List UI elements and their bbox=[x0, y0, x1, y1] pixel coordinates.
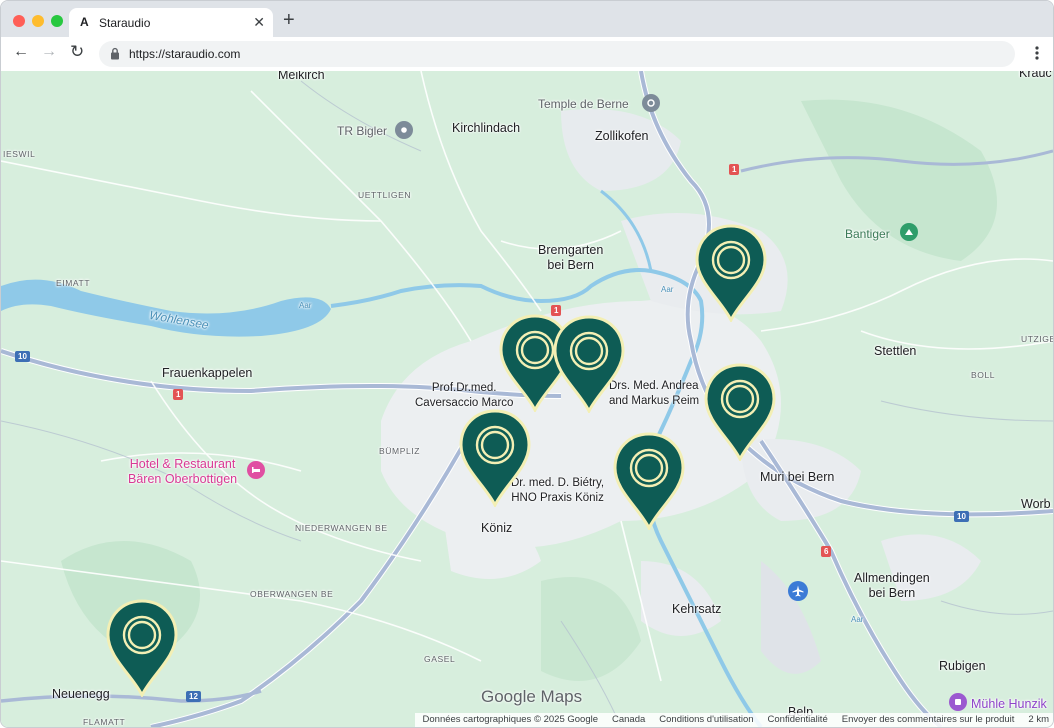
url-text: https://staraudio.com bbox=[129, 47, 241, 61]
label-eimatt: EIMATT bbox=[56, 278, 91, 288]
label-boll: BOLL bbox=[971, 370, 996, 380]
kebab-menu-icon[interactable] bbox=[1035, 45, 1039, 61]
label-muri: Muri bei Bern bbox=[760, 470, 835, 484]
label-frauenkappelen: Frauenkappelen bbox=[162, 366, 253, 380]
temple-icon[interactable] bbox=[642, 94, 660, 112]
label-uettligen: UETTLIGEN bbox=[358, 190, 412, 200]
terms-link[interactable]: Conditions d'utilisation bbox=[659, 713, 753, 727]
map-canvas[interactable]: Meikirch Temple de Berne TR Bigler Kirch… bbox=[1, 71, 1053, 727]
label-krauch: Krauc bbox=[1019, 71, 1052, 80]
label-meikirch: Meikirch bbox=[278, 71, 325, 82]
label-hotel-baren[interactable]: Hotel & Restaurant Bären Oberbottigen bbox=[128, 457, 237, 487]
map-pin-icon[interactable] bbox=[459, 409, 531, 507]
road-shield-1: 1 bbox=[729, 164, 740, 175]
label-rubigen: Rubigen bbox=[939, 659, 986, 673]
road-shield-1: 1 bbox=[173, 389, 184, 400]
label-ieswil: IESWIL bbox=[3, 149, 36, 159]
privacy-link[interactable]: Confidentialité bbox=[768, 713, 828, 727]
tab-strip: A Staraudio ✕ + bbox=[1, 1, 1053, 38]
label-kehrsatz: Kehrsatz bbox=[672, 602, 722, 616]
minimize-window-button[interactable] bbox=[32, 15, 44, 27]
label-bremgarten: Bremgarten bei Bern bbox=[538, 243, 604, 272]
google-maps-logo: Google Maps bbox=[481, 687, 583, 706]
label-allmendingen: Allmendingen bei Bern bbox=[854, 571, 930, 600]
label-flamatt: FLAMATT bbox=[83, 717, 126, 727]
feedback-link[interactable]: Envoyer des commentaires sur le produit bbox=[842, 713, 1015, 727]
back-icon[interactable]: ← bbox=[13, 43, 29, 61]
map-pin-icon[interactable] bbox=[553, 315, 625, 413]
label-aar-west: Aar bbox=[299, 301, 312, 310]
address-bar[interactable]: https://staraudio.com bbox=[99, 41, 1015, 67]
lock-icon bbox=[111, 47, 119, 60]
label-neuenegg: Neuenegg bbox=[52, 687, 110, 701]
airport-icon[interactable] bbox=[788, 581, 808, 601]
map-attribution-bar: Données cartographiques © 2025 Google Ca… bbox=[414, 713, 1053, 727]
label-muhle-hunzik[interactable]: Mühle Hunzik bbox=[971, 697, 1047, 711]
place-icon[interactable] bbox=[395, 121, 413, 139]
label-temple-de-berne[interactable]: Temple de Berne bbox=[538, 97, 629, 111]
road-shield-12: 12 bbox=[186, 691, 201, 702]
label-utzige: UTZIGE bbox=[1021, 334, 1053, 344]
label-koniz: Köniz bbox=[481, 521, 513, 535]
label-stettlen: Stettlen bbox=[874, 344, 917, 358]
label-tr-bigler[interactable]: TR Bigler bbox=[337, 124, 387, 138]
scale-label[interactable]: 2 km bbox=[1028, 713, 1049, 727]
map-pin-icon[interactable] bbox=[695, 224, 767, 322]
hotel-icon[interactable] bbox=[247, 461, 265, 479]
close-window-button[interactable] bbox=[13, 15, 25, 27]
label-aar-north: Aar bbox=[661, 285, 674, 294]
browser-toolbar: ← → ↻ https://staraudio.com bbox=[1, 37, 1053, 72]
maximize-window-button[interactable] bbox=[51, 15, 63, 27]
label-bantiger[interactable]: Bantiger bbox=[845, 227, 890, 241]
label-bumpliz: BÜMPLIZ bbox=[379, 446, 421, 456]
tab-title: Staraudio bbox=[99, 16, 151, 30]
forward-icon[interactable]: → bbox=[41, 43, 57, 61]
map-pin-icon[interactable] bbox=[613, 432, 685, 530]
mountain-icon[interactable] bbox=[900, 223, 918, 241]
label-aar-south: Aar bbox=[851, 615, 864, 624]
new-tab-button[interactable]: + bbox=[283, 10, 295, 30]
road-shield-10: 10 bbox=[954, 511, 969, 522]
map-pin-icon[interactable] bbox=[704, 363, 776, 461]
browser-window: A Staraudio ✕ + ← → ↻ https://staraudio.… bbox=[0, 0, 1054, 728]
road-shield-6: 6 bbox=[821, 546, 832, 557]
attribution-data: Données cartographiques © 2025 Google bbox=[422, 714, 598, 725]
label-kirchlindach: Kirchlindach bbox=[452, 121, 521, 135]
reload-icon[interactable]: ↻ bbox=[70, 42, 84, 62]
label-oberwangen: OBERWANGEN BE bbox=[250, 589, 334, 599]
label-worb: Worb bbox=[1021, 497, 1051, 511]
tab-close-icon[interactable]: ✕ bbox=[253, 14, 265, 31]
tab-staraudio[interactable]: A Staraudio ✕ bbox=[69, 8, 273, 38]
mill-icon[interactable] bbox=[949, 693, 967, 711]
label-gasel: GASEL bbox=[424, 654, 456, 664]
label-niederwangen: NIEDERWANGEN BE bbox=[295, 523, 388, 533]
attribution-region[interactable]: Canada bbox=[612, 713, 645, 727]
label-zollikofen: Zollikofen bbox=[595, 129, 649, 143]
road-shield-10: 10 bbox=[15, 351, 30, 362]
tab-favicon-icon: A bbox=[80, 15, 89, 29]
map-pin-icon[interactable] bbox=[106, 599, 178, 697]
